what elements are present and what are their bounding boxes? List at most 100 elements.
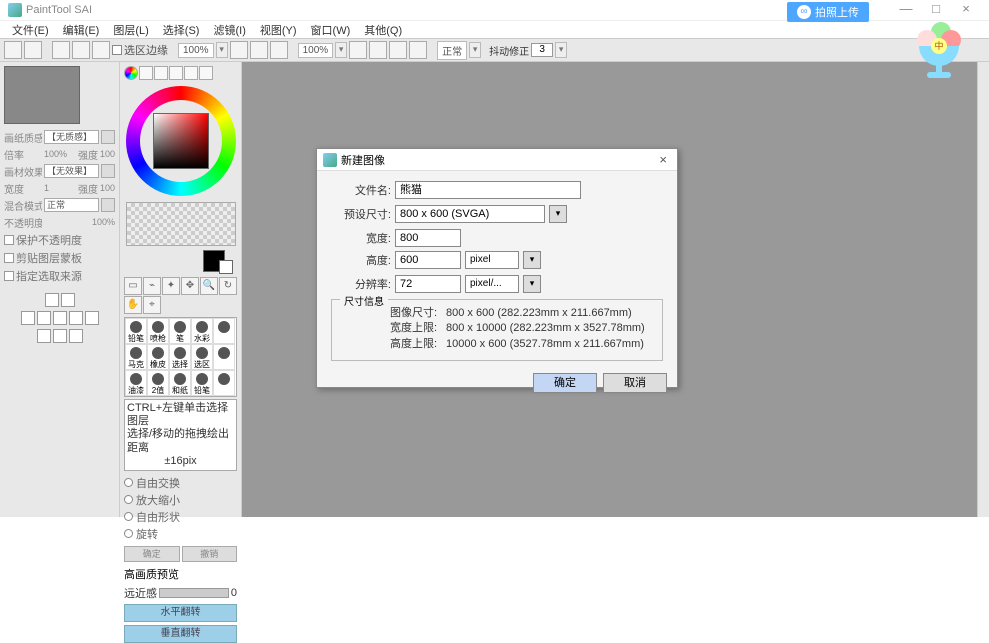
menu-file[interactable]: 文件(E) xyxy=(6,21,55,39)
sel-bound-checkbox[interactable]: 选区边缘 xyxy=(112,42,168,58)
zoom-in-button[interactable] xyxy=(270,41,288,59)
color-panel: ▭ ⌁ ✦ ✥ 🔍 ↻ ✋ ⌖ 铅笔 喷枪 笔 水彩笔 马克笔 橡皮擦 选择笔 … xyxy=(120,62,242,517)
zoom-fit-button[interactable] xyxy=(250,41,268,59)
flip-button[interactable] xyxy=(409,41,427,59)
radio-free[interactable]: 自由交换 xyxy=(124,475,237,491)
brush-eraser[interactable]: 橡皮擦 xyxy=(147,344,169,370)
shake-down-button[interactable]: ▾ xyxy=(555,42,567,58)
window-controls: — □ × xyxy=(891,2,981,18)
menu-select[interactable]: 选择(S) xyxy=(157,21,206,39)
menu-other[interactable]: 其他(Q) xyxy=(358,21,408,39)
depth-label: 远近感 xyxy=(124,585,157,601)
colortab-swatch[interactable] xyxy=(184,66,198,80)
flip-h-button[interactable]: 水平翻转 xyxy=(124,604,237,622)
dpi-input[interactable]: 72 xyxy=(395,275,461,293)
redo-button[interactable] xyxy=(24,41,42,59)
shake-input[interactable]: 3 xyxy=(531,43,553,57)
sel-source-checkbox[interactable]: 指定选取来源 xyxy=(4,268,115,284)
paper-select[interactable]: 【无质感】 xyxy=(44,130,99,144)
depth-slider[interactable] xyxy=(159,588,229,598)
brush-selpen[interactable]: 选择笔 xyxy=(169,344,191,370)
flip-v-button[interactable]: 垂直翻转 xyxy=(124,625,237,643)
rot-ccw-button[interactable] xyxy=(349,41,367,59)
brush-bucket[interactable]: 油漆桶 xyxy=(125,370,147,396)
close-icon[interactable]: × xyxy=(951,2,981,18)
menu-window[interactable]: 窗口(W) xyxy=(305,21,357,39)
colortab-rgb[interactable] xyxy=(139,66,153,80)
effect-select[interactable]: 【无效果】 xyxy=(44,164,99,178)
effect-btn[interactable] xyxy=(101,164,115,178)
brush-empty1[interactable] xyxy=(213,318,235,344)
move-tool[interactable]: ✥ xyxy=(181,277,199,295)
brush-washi[interactable]: 和纸笔 xyxy=(169,370,191,396)
invert-button[interactable] xyxy=(72,41,90,59)
menu-filter[interactable]: 滤镜(I) xyxy=(207,21,251,39)
brush-pencil[interactable]: 铅笔 xyxy=(125,318,147,344)
angle-down-button[interactable]: ▾ xyxy=(335,42,347,58)
rotate-tool[interactable]: ↻ xyxy=(219,277,237,295)
radio-scale[interactable]: 放大缩小 xyxy=(124,492,237,508)
maximize-icon[interactable]: □ xyxy=(921,2,951,18)
size-unit-select[interactable]: pixel xyxy=(465,251,519,269)
menu-edit[interactable]: 编辑(E) xyxy=(57,21,106,39)
blend-display[interactable]: 正常 xyxy=(437,41,467,60)
navigator-thumb[interactable] xyxy=(4,66,80,124)
preset-select[interactable]: 800 x 600 (SVGA) xyxy=(395,205,545,223)
filename-input[interactable]: 熊猫 xyxy=(395,181,581,199)
brush-binary[interactable]: 2值笔 xyxy=(147,370,169,396)
deselect-button[interactable] xyxy=(52,41,70,59)
swatch-area[interactable] xyxy=(126,202,236,246)
bei-label: 倍率 xyxy=(4,147,42,162)
brush-airbrush[interactable]: 喷枪 xyxy=(147,318,169,344)
brush-marker[interactable]: 马克笔 xyxy=(125,344,147,370)
brush-selerase[interactable]: 选区擦 xyxy=(191,344,213,370)
lasso-tool[interactable]: ⌁ xyxy=(143,277,161,295)
zoom-out-button[interactable] xyxy=(230,41,248,59)
height-input[interactable]: 600 xyxy=(395,251,461,269)
show-sel-button[interactable] xyxy=(92,41,110,59)
brush-pen[interactable]: 笔 xyxy=(169,318,191,344)
menu-view[interactable]: 视图(Y) xyxy=(254,21,303,39)
colortab-mix[interactable] xyxy=(169,66,183,80)
revert-button[interactable]: 撤销 xyxy=(182,546,238,562)
confirm-button[interactable]: 确定 xyxy=(124,546,180,562)
rot-reset-button[interactable] xyxy=(369,41,387,59)
dpi-unit-dropdown-icon[interactable]: ▾ xyxy=(523,275,541,293)
brush-watercolor[interactable]: 水彩笔 xyxy=(191,318,213,344)
blend-select[interactable]: 正常 xyxy=(44,198,99,212)
dialog-title: 新建图像 xyxy=(341,152,385,168)
colortab-scratch[interactable] xyxy=(199,66,213,80)
brush-empty2[interactable] xyxy=(213,344,235,370)
colortab-wheel[interactable] xyxy=(124,66,138,80)
zoom-down-button[interactable]: ▾ xyxy=(216,42,228,58)
ok-button[interactable]: 确定 xyxy=(533,373,597,393)
blend-down-button[interactable]: ▾ xyxy=(469,42,481,58)
protect-opacity-checkbox[interactable]: 保护不透明度 xyxy=(4,232,115,248)
dpi-unit-select[interactable]: pixel/... xyxy=(465,275,519,293)
wand-tool[interactable]: ✦ xyxy=(162,277,180,295)
picker-tool[interactable]: ⌖ xyxy=(143,296,161,314)
menu-layer[interactable]: 图层(L) xyxy=(107,21,154,39)
width-input[interactable]: 800 xyxy=(395,229,461,247)
color-wheel[interactable] xyxy=(126,86,236,196)
colortab-hsv[interactable] xyxy=(154,66,168,80)
paper-btn[interactable] xyxy=(101,130,115,144)
rot-cw-button[interactable] xyxy=(389,41,407,59)
hand-tool[interactable]: ✋ xyxy=(124,296,142,314)
brush-pencil30[interactable]: 铅笔30 xyxy=(191,370,213,396)
minimize-icon[interactable]: — xyxy=(891,2,921,18)
preset-dropdown-icon[interactable]: ▾ xyxy=(549,205,567,223)
cancel-button[interactable]: 取消 xyxy=(603,373,667,393)
upload-button[interactable]: ∞ 拍照上传 xyxy=(787,2,869,22)
background-color[interactable] xyxy=(219,260,233,274)
color-square[interactable] xyxy=(153,113,209,169)
brush-empty3[interactable] xyxy=(213,370,235,396)
undo-button[interactable] xyxy=(4,41,22,59)
size-unit-dropdown-icon[interactable]: ▾ xyxy=(523,251,541,269)
hq-preview-checkbox[interactable]: 高画质预览 xyxy=(124,566,237,582)
clip-mask-checkbox[interactable]: 剪贴图层蒙板 xyxy=(4,250,115,266)
marquee-tool[interactable]: ▭ xyxy=(124,277,142,295)
radio-rotate[interactable]: 旋转 xyxy=(124,526,237,542)
dialog-close-icon[interactable]: × xyxy=(655,152,671,167)
zoom-tool[interactable]: 🔍 xyxy=(200,277,218,295)
